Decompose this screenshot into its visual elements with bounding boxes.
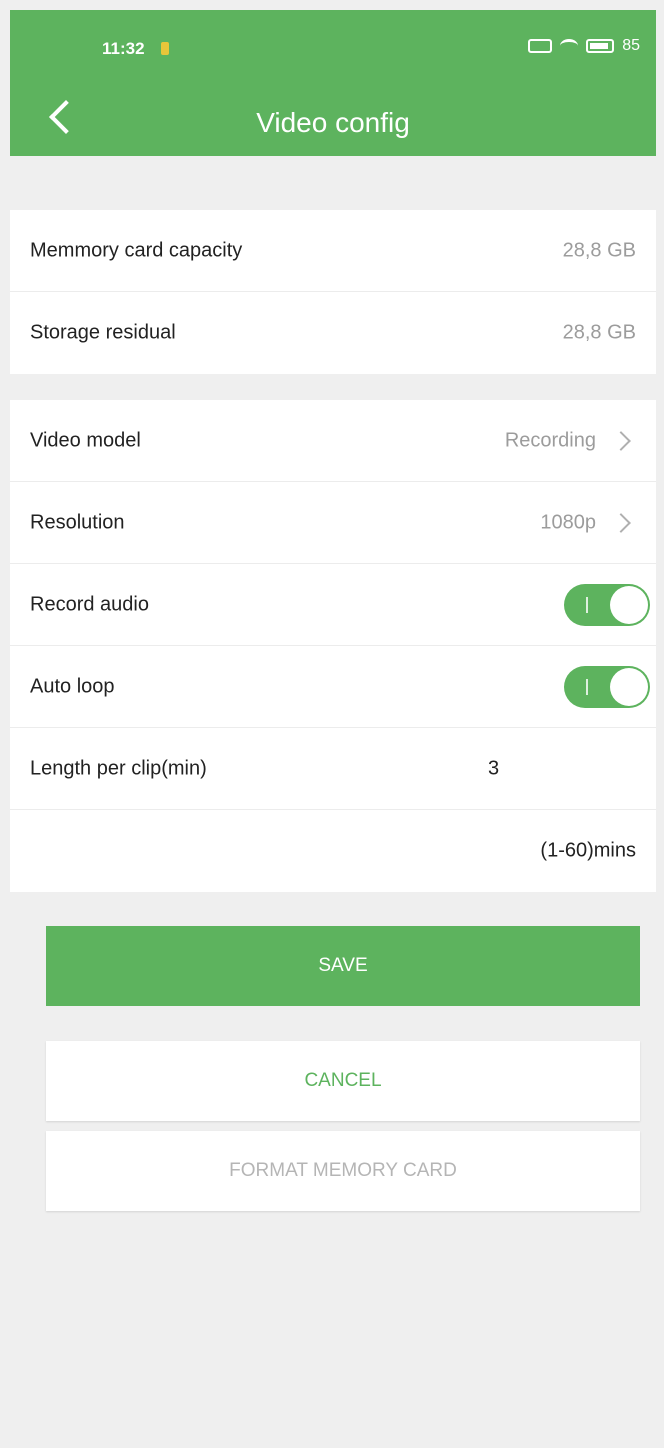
auto-loop-row: Auto loop bbox=[10, 646, 656, 728]
clip-length-row: Length per clip(min) 3 bbox=[10, 728, 656, 810]
resolution-value: 1080p bbox=[540, 511, 596, 533]
status-icons: 85 bbox=[528, 37, 640, 55]
capacity-value: 28,8 GB bbox=[562, 239, 636, 261]
chevron-right-icon bbox=[611, 430, 631, 451]
storage-section: Memmory card capacity 28,8 GB Storage re… bbox=[10, 210, 656, 374]
resolution-row[interactable]: Resolution 1080p bbox=[10, 482, 656, 564]
battery-level: 85 bbox=[622, 37, 640, 54]
record-audio-row: Record audio bbox=[10, 564, 656, 646]
notification-icon bbox=[161, 42, 169, 55]
resolution-label: Resolution bbox=[30, 511, 125, 533]
toggle-on-mark bbox=[586, 596, 588, 613]
storage-row-capacity: Memmory card capacity 28,8 GB bbox=[10, 210, 656, 292]
record-audio-label: Record audio bbox=[30, 593, 149, 615]
record-audio-toggle[interactable] bbox=[564, 583, 650, 626]
residual-value: 28,8 GB bbox=[562, 321, 636, 344]
toggle-knob bbox=[610, 585, 648, 624]
auto-loop-label: Auto loop bbox=[30, 675, 115, 697]
capacity-label: Memmory card capacity bbox=[30, 239, 243, 261]
storage-row-residual: Storage residual 28,8 GB bbox=[10, 292, 656, 374]
toggle-knob bbox=[610, 667, 648, 706]
clip-length-hint-row: (1-60)mins bbox=[10, 810, 656, 892]
status-time: 11:32 bbox=[102, 39, 145, 58]
battery-icon bbox=[586, 39, 615, 53]
residual-label: Storage residual bbox=[30, 321, 176, 344]
save-button[interactable]: SAVE bbox=[46, 926, 640, 1006]
chevron-right-icon bbox=[611, 512, 631, 533]
auto-loop-toggle[interactable] bbox=[564, 665, 650, 708]
video-model-row[interactable]: Video model Recording bbox=[10, 400, 656, 482]
clip-length-label: Length per clip(min) bbox=[30, 757, 207, 779]
clip-length-input[interactable]: 3 bbox=[488, 757, 499, 780]
wifi-icon bbox=[560, 39, 579, 53]
app-header: 11:32 85 Video config bbox=[10, 10, 656, 156]
clip-length-hint: (1-60)mins bbox=[540, 839, 636, 862]
format-memory-card-button[interactable]: FORMAT MEMORY CARD bbox=[46, 1131, 640, 1211]
cancel-button[interactable]: CANCEL bbox=[46, 1041, 640, 1121]
toggle-on-mark bbox=[586, 678, 588, 695]
video-model-label: Video model bbox=[30, 429, 141, 451]
signal-icon bbox=[528, 39, 553, 53]
settings-section: Video model Recording Resolution 1080p R… bbox=[10, 400, 656, 892]
video-model-value: Recording bbox=[504, 429, 596, 451]
page-title: Video config bbox=[256, 107, 410, 138]
